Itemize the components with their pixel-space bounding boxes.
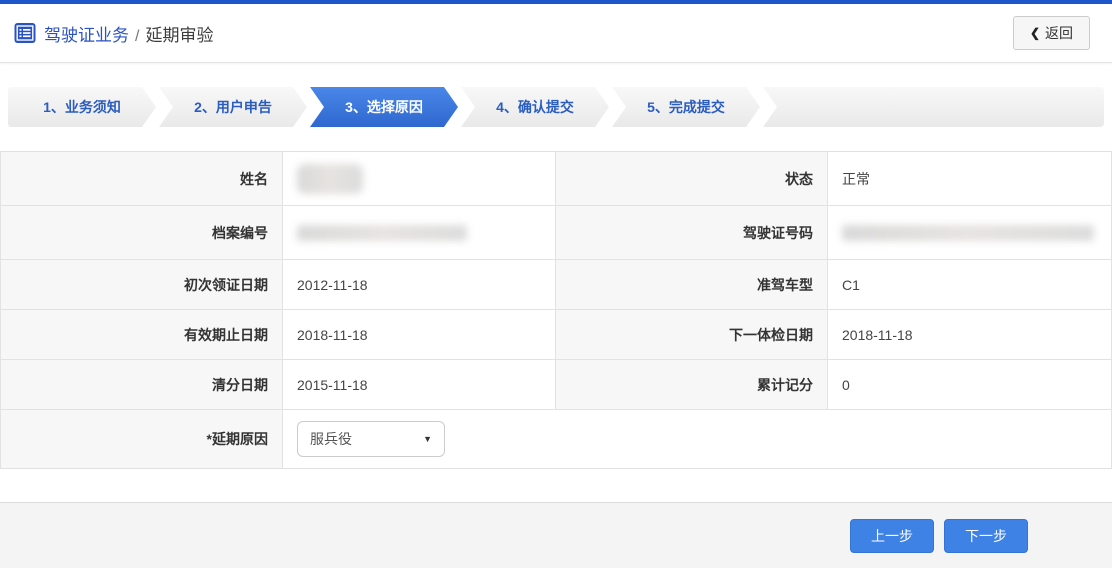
extension-reason-select[interactable]: 服兵役 ▼ <box>297 421 445 457</box>
table-row: 有效期止日期 2018-11-18 下一体检日期 2018-11-18 <box>1 310 1111 360</box>
redacted-value <box>297 164 363 194</box>
chevron-left-icon: ❮ <box>1030 26 1040 40</box>
field-value-file-number <box>283 206 556 259</box>
field-label-status: 状态 <box>556 152 828 205</box>
list-icon <box>14 22 36 44</box>
wizard-step-2: 2、用户申告 <box>159 87 307 127</box>
redacted-value <box>297 225 467 241</box>
field-value-text: 0 <box>842 377 850 393</box>
dropdown-arrow-icon: ▼ <box>423 434 432 444</box>
field-value-vehicle-class: C1 <box>828 260 1111 309</box>
field-label-expiry-date: 有效期止日期 <box>1 310 283 359</box>
wizard-step-5: 5、完成提交 <box>612 87 760 127</box>
page-title: 驾驶证业务 / 延期审验 <box>44 21 213 46</box>
field-value-text: 2012-11-18 <box>297 277 368 293</box>
wizard-filler <box>763 87 1104 127</box>
back-button[interactable]: ❮ 返回 <box>1013 16 1090 50</box>
table-row: 姓名 状态 正常 <box>1 152 1111 206</box>
field-value-expiry-date: 2018-11-18 <box>283 310 556 359</box>
field-value-text: 2018-11-18 <box>297 327 368 343</box>
wizard-step-1: 1、业务须知 <box>8 87 156 127</box>
breadcrumb-section: 驾驶证业务 <box>44 21 129 46</box>
field-label-vehicle-class: 准驾车型 <box>556 260 828 309</box>
field-value-license-number <box>828 206 1111 259</box>
field-label-points-clear-date: 清分日期 <box>1 360 283 409</box>
field-value-text: 正常 <box>842 169 870 189</box>
table-row: 清分日期 2015-11-18 累计记分 0 <box>1 360 1111 410</box>
field-label-name: 姓名 <box>1 152 283 205</box>
field-label-extension-reason: *延期原因 <box>1 410 283 468</box>
page-header: 驾驶证业务 / 延期审验 ❮ 返回 <box>0 4 1112 63</box>
table-row-reason: *延期原因 服兵役 ▼ <box>1 410 1111 469</box>
field-value-text: 2015-11-18 <box>297 377 368 393</box>
field-value-name <box>283 152 556 205</box>
step-wizard: 1、业务须知 2、用户申告 3、选择原因 4、确认提交 5、完成提交 <box>8 87 1104 127</box>
license-detail-table: 姓名 状态 正常 档案编号 驾驶证号码 初次领证日期 2012-11-18 准驾… <box>0 151 1112 469</box>
field-value-points-clear-date: 2015-11-18 <box>283 360 556 409</box>
field-value-accumulated-points: 0 <box>828 360 1111 409</box>
field-label-file-number: 档案编号 <box>1 206 283 259</box>
footer-action-bar: 上一步 下一步 <box>0 502 1112 568</box>
previous-step-button[interactable]: 上一步 <box>850 519 934 553</box>
back-button-label: 返回 <box>1045 23 1073 43</box>
field-label-license-number: 驾驶证号码 <box>556 206 828 259</box>
breadcrumb-separator: / <box>135 28 139 46</box>
field-value-text: 2018-11-18 <box>842 327 913 343</box>
field-label-accumulated-points: 累计记分 <box>556 360 828 409</box>
breadcrumb-page: 延期审验 <box>145 21 213 46</box>
wizard-step-4: 4、确认提交 <box>461 87 609 127</box>
table-row: 档案编号 驾驶证号码 <box>1 206 1111 260</box>
field-label-next-checkup-date: 下一体检日期 <box>556 310 828 359</box>
table-row: 初次领证日期 2012-11-18 准驾车型 C1 <box>1 260 1111 310</box>
next-step-button[interactable]: 下一步 <box>944 519 1028 553</box>
extension-reason-selected-value: 服兵役 <box>310 429 352 449</box>
redacted-value <box>842 225 1094 241</box>
field-value-first-issue-date: 2012-11-18 <box>283 260 556 309</box>
field-value-extension-reason: 服兵役 ▼ <box>283 410 1111 468</box>
field-value-status: 正常 <box>828 152 1111 205</box>
wizard-step-3-active: 3、选择原因 <box>310 87 458 127</box>
field-label-first-issue-date: 初次领证日期 <box>1 260 283 309</box>
field-value-text: C1 <box>842 277 860 293</box>
field-value-next-checkup-date: 2018-11-18 <box>828 310 1111 359</box>
